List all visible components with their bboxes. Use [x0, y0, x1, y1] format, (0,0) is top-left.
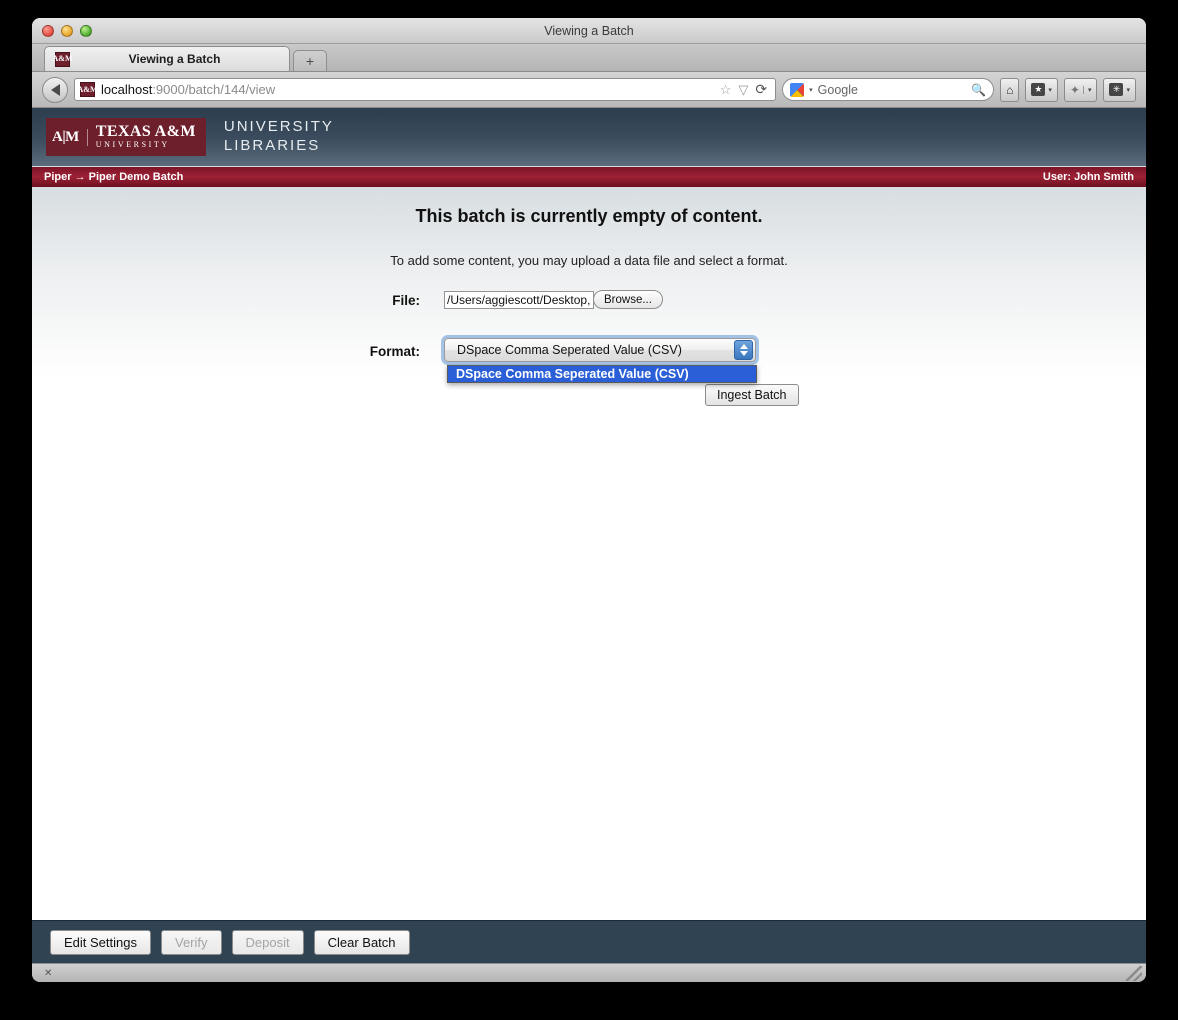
dropdown-option[interactable]: DSpace Comma Seperated Value (CSV): [448, 366, 756, 382]
home-button[interactable]: ⌂: [1000, 77, 1020, 102]
window-title: Viewing a Batch: [544, 23, 634, 38]
deposit-button: Deposit: [231, 929, 304, 955]
search-placeholder: Google: [817, 82, 858, 97]
browser-window: Viewing a Batch A&M Viewing a Batch + A&…: [32, 18, 1146, 982]
chevron-down-icon: ▾: [1048, 86, 1052, 94]
edit-settings-button[interactable]: Edit Settings: [50, 929, 151, 955]
chevron-down-icon: [739, 351, 748, 356]
action-toolbar: Edit Settings Verify Deposit Clear Batch: [32, 920, 1146, 963]
back-button[interactable]: [42, 76, 68, 103]
clear-batch-button[interactable]: Clear Batch: [313, 929, 410, 955]
breadcrumb[interactable]: Piper → Piper Demo Batch: [44, 171, 183, 183]
site-favicon-icon: A&M: [78, 82, 98, 97]
site-title-line1: UNIVERSITY: [223, 118, 334, 136]
tamu-shield-icon: A|M: [52, 128, 88, 146]
file-path-input[interactable]: /Users/aggiescott/Desktop,: [444, 290, 594, 309]
page-subtitle: To add some content, you may upload a da…: [390, 253, 788, 268]
addons-button[interactable]: ✳ ▾: [1103, 77, 1136, 102]
tab-strip: A&M Viewing a Batch +: [32, 44, 1146, 72]
file-control: /Users/aggiescott/Desktop, Browse...: [444, 290, 663, 309]
format-control: DSpace Comma Seperated Value (CSV) DSpac…: [444, 338, 757, 383]
address-bar-icons: ☆ ▽ ⟳: [720, 81, 770, 98]
file-label: File:: [392, 293, 420, 308]
address-bar[interactable]: A&M localhost:9000/batch/144/view ☆ ▽ ⟳: [74, 78, 777, 101]
search-input[interactable]: ▾ Google 🔍: [782, 78, 995, 101]
close-icon[interactable]: ✕: [44, 968, 52, 979]
chevron-down-icon[interactable]: ▽: [738, 82, 748, 98]
url-host: localhost: [101, 82, 153, 97]
url-text: localhost:9000/batch/144/view: [101, 82, 714, 97]
url-path: :9000/batch/144/view: [152, 82, 276, 97]
wordmark-line1: TEXAS A&M: [95, 123, 196, 141]
site-title: UNIVERSITY LIBRARIES: [224, 118, 334, 156]
wordmark-line2: UNIVERSITY: [95, 140, 170, 150]
pin-icon: ✦: [1069, 82, 1080, 97]
window-titlebar: Viewing a Batch: [32, 18, 1146, 44]
tab-viewing-a-batch[interactable]: A&M Viewing a Batch: [44, 46, 290, 71]
chevron-up-icon: [739, 344, 748, 349]
status-bar: ✕: [32, 963, 1146, 982]
format-selected-value: DSpace Comma Seperated Value (CSV): [457, 343, 682, 357]
star-icon: ★: [1031, 83, 1046, 96]
file-row: File: /Users/aggiescott/Desktop, Browse.…: [32, 290, 1146, 309]
site-masthead: A|M TEXAS A&M UNIVERSITY UNIVERSITY LIBR…: [32, 108, 1146, 166]
ingest-batch-button[interactable]: Ingest Batch: [705, 384, 799, 406]
site-title-line2: LIBRARIES: [223, 137, 321, 154]
asterisk-icon: ✳: [1109, 83, 1124, 96]
search-icon[interactable]: 🔍: [971, 83, 986, 97]
reload-icon[interactable]: ⟳: [755, 81, 767, 98]
user-label: User: John Smith: [1042, 171, 1134, 183]
google-logo-icon: [790, 82, 805, 97]
page-viewport: A|M TEXAS A&M UNIVERSITY UNIVERSITY LIBR…: [32, 108, 1146, 963]
navigation-toolbar: A&M localhost:9000/batch/144/view ☆ ▽ ⟳ …: [32, 72, 1146, 108]
resize-grip-icon[interactable]: [1126, 965, 1142, 981]
search-provider-caret-icon[interactable]: ▾: [809, 86, 813, 94]
format-label: Format:: [369, 344, 420, 359]
main-content: This batch is currently empty of content…: [32, 187, 1146, 920]
stepper-icon[interactable]: [734, 340, 753, 360]
page-title: This batch is currently empty of content…: [415, 206, 763, 226]
bookmark-star-icon[interactable]: ☆: [720, 82, 732, 98]
tamu-wordmark: TEXAS A&M UNIVERSITY: [95, 123, 196, 150]
browse-button[interactable]: Browse...: [593, 290, 663, 309]
back-arrow-icon: [50, 83, 60, 96]
tamu-logo[interactable]: A|M TEXAS A&M UNIVERSITY: [46, 118, 206, 156]
plus-icon: +: [305, 53, 315, 69]
bookmarks-button[interactable]: ★ ▾: [1025, 77, 1058, 102]
format-select[interactable]: DSpace Comma Seperated Value (CSV): [444, 338, 756, 362]
verify-button: Verify: [161, 929, 222, 955]
tamu-shield-icon: A&M: [53, 51, 73, 67]
chevron-down-icon: ▾: [1082, 85, 1091, 94]
chevron-down-icon: ▾: [1126, 86, 1130, 94]
desktop-background: Viewing a Batch A&M Viewing a Batch + A&…: [0, 0, 1178, 1020]
breadcrumb-bar: Piper → Piper Demo Batch User: John Smit…: [32, 166, 1146, 187]
tab-label: Viewing a Batch: [128, 52, 221, 66]
format-dropdown-menu[interactable]: DSpace Comma Seperated Value (CSV): [447, 365, 757, 383]
format-row: Format: DSpace Comma Seperated Value (CS…: [32, 338, 1146, 383]
home-icon: ⌂: [1006, 82, 1014, 97]
upload-form: File: /Users/aggiescott/Desktop, Browse.…: [32, 290, 1146, 406]
new-tab-button[interactable]: +: [293, 50, 327, 71]
submit-row: Ingest Batch: [32, 384, 1146, 406]
pin-button[interactable]: ✦ ▾: [1063, 77, 1098, 102]
